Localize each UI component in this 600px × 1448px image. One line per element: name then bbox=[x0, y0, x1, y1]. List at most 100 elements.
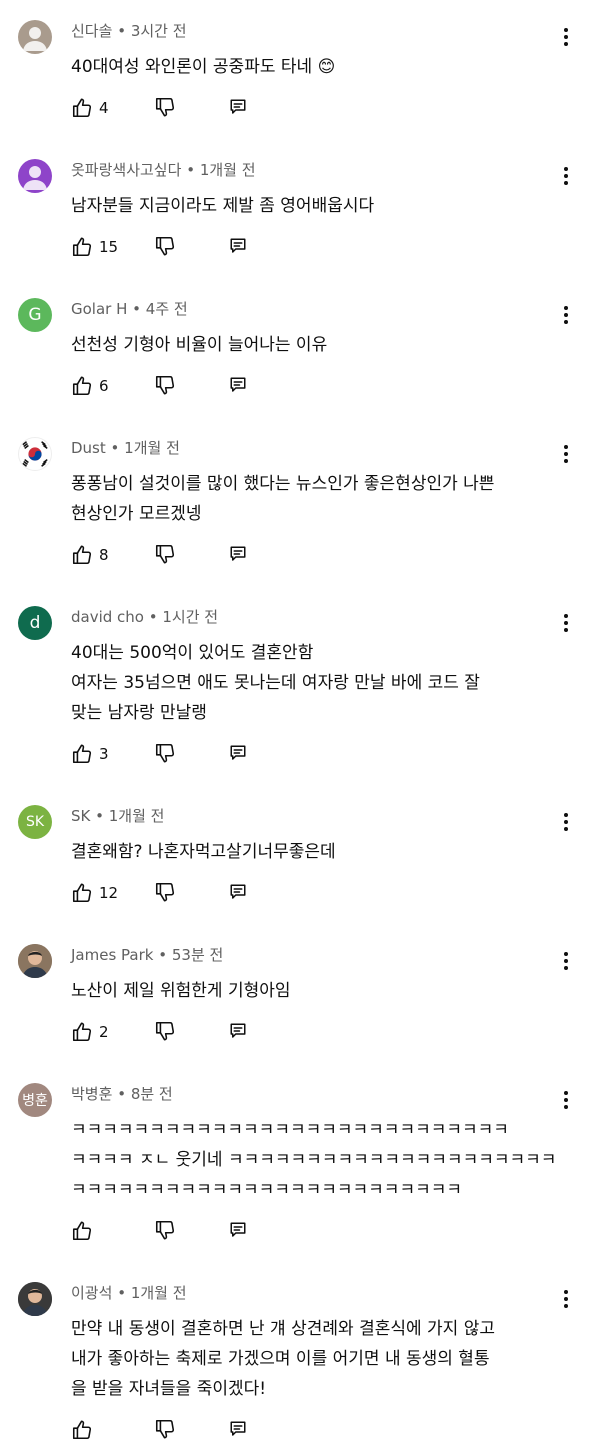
like-button[interactable]: 4 bbox=[71, 95, 109, 121]
author-name[interactable]: Golar H bbox=[71, 300, 127, 318]
reply-button[interactable] bbox=[229, 98, 247, 120]
like-count: 3 bbox=[99, 745, 109, 763]
meta-separator: • bbox=[132, 300, 146, 318]
author-name[interactable]: 박병훈 bbox=[71, 1085, 112, 1103]
like-button[interactable]: 6 bbox=[71, 373, 109, 399]
more-options-icon[interactable] bbox=[556, 302, 576, 328]
more-options-icon[interactable] bbox=[556, 24, 576, 50]
thumbs-up-icon bbox=[71, 1220, 93, 1242]
comment-text: 퐁퐁남이 설것이를 많이 했다는 뉴스인가 좋은현상인가 나쁜 현상인가 모르겠넹 bbox=[71, 469, 551, 529]
person-icon bbox=[23, 27, 47, 51]
comment-line: 여자는 35넘으면 애도 못나는데 여자랑 만날 바에 코드 잘 bbox=[71, 673, 480, 693]
comment-line: 현상인가 모르겠넹 bbox=[71, 504, 202, 524]
comment-time: 8분 전 bbox=[130, 1085, 173, 1103]
dislike-button[interactable] bbox=[154, 1418, 176, 1444]
avatar[interactable] bbox=[18, 20, 52, 54]
meta-separator: • bbox=[186, 161, 200, 179]
avatar[interactable] bbox=[18, 1282, 52, 1316]
reply-button[interactable] bbox=[229, 376, 247, 398]
author-name[interactable]: Dust bbox=[71, 439, 106, 457]
reply-button[interactable] bbox=[229, 1221, 247, 1243]
comment-meta: James Park • 53분 전 bbox=[71, 944, 223, 966]
avatar[interactable] bbox=[18, 944, 52, 978]
dislike-button[interactable] bbox=[154, 374, 176, 400]
more-options-icon[interactable] bbox=[556, 163, 576, 189]
author-name[interactable]: James Park bbox=[71, 946, 153, 964]
like-count: 4 bbox=[99, 99, 109, 117]
reply-icon bbox=[229, 99, 247, 120]
like-button[interactable] bbox=[71, 1417, 93, 1443]
like-button[interactable]: 15 bbox=[71, 234, 118, 260]
more-options-icon[interactable] bbox=[556, 610, 576, 636]
like-button[interactable]: 12 bbox=[71, 880, 118, 906]
thumbs-down-icon bbox=[154, 97, 176, 122]
like-count: 8 bbox=[99, 546, 109, 564]
comment-line: 노산이 제일 위험한게 기형아임 bbox=[71, 981, 291, 1001]
meta-separator: • bbox=[110, 439, 125, 457]
thumbs-down-icon bbox=[154, 236, 176, 261]
reply-button[interactable] bbox=[229, 883, 247, 905]
person-icon bbox=[23, 166, 47, 190]
like-button[interactable]: 2 bbox=[71, 1019, 109, 1045]
avatar[interactable] bbox=[18, 159, 52, 193]
reply-button[interactable] bbox=[229, 744, 247, 766]
like-count: 2 bbox=[99, 1023, 109, 1041]
comment-text: 결혼왜함? 나혼자먹고살기너무좋은데 bbox=[71, 837, 551, 867]
comment-time: 3시간 전 bbox=[130, 22, 187, 40]
profile-photo bbox=[18, 944, 52, 978]
more-options-icon[interactable] bbox=[556, 809, 576, 835]
comment-meta: 옷파랑색사고싶다 • 1개월 전 bbox=[71, 159, 256, 181]
korea-flag-icon bbox=[22, 441, 48, 467]
comment-line: 40대여성 와인론이 공중파도 타네 😊 bbox=[71, 57, 336, 77]
comment-meta: 신다솔 • 3시간 전 bbox=[71, 20, 187, 42]
avatar[interactable]: d bbox=[18, 606, 52, 640]
comment-actions bbox=[71, 1218, 271, 1244]
thumbs-down-icon bbox=[154, 1021, 176, 1046]
author-name[interactable]: 이광석 bbox=[71, 1284, 112, 1302]
reply-button[interactable] bbox=[229, 237, 247, 259]
meta-separator: • bbox=[95, 807, 109, 825]
reply-button[interactable] bbox=[229, 545, 247, 567]
author-name[interactable]: david cho bbox=[71, 608, 144, 626]
like-button[interactable]: 8 bbox=[71, 542, 109, 568]
author-name[interactable]: SK bbox=[71, 807, 90, 825]
reply-button[interactable] bbox=[229, 1022, 247, 1044]
comment-actions: 3 bbox=[71, 741, 271, 767]
profile-photo bbox=[18, 1282, 52, 1316]
dislike-button[interactable] bbox=[154, 235, 176, 261]
author-name[interactable]: 옷파랑색사고싶다 bbox=[71, 161, 181, 179]
meta-separator: • bbox=[117, 1284, 131, 1302]
like-button[interactable] bbox=[71, 1218, 93, 1244]
more-options-icon[interactable] bbox=[556, 1087, 576, 1113]
thumbs-up-icon bbox=[71, 97, 93, 119]
thumbs-up-icon bbox=[71, 544, 93, 566]
comment-meta: 이광석 • 1개월 전 bbox=[71, 1282, 187, 1304]
more-options-icon[interactable] bbox=[556, 441, 576, 467]
reply-icon bbox=[229, 238, 247, 259]
comment-time: 1개월 전 bbox=[130, 1284, 187, 1302]
avatar[interactable]: G bbox=[18, 298, 52, 332]
dislike-button[interactable] bbox=[154, 543, 176, 569]
thumbs-up-icon bbox=[71, 1419, 93, 1441]
avatar[interactable] bbox=[18, 437, 52, 471]
more-options-icon[interactable] bbox=[556, 948, 576, 974]
thumbs-down-icon bbox=[154, 375, 176, 400]
meta-separator: • bbox=[117, 1085, 131, 1103]
dislike-button[interactable] bbox=[154, 881, 176, 907]
avatar[interactable]: SK bbox=[18, 805, 52, 839]
like-count: 6 bbox=[99, 377, 109, 395]
reply-button[interactable] bbox=[229, 1420, 247, 1442]
comment-actions: 4 bbox=[71, 95, 271, 121]
dislike-button[interactable] bbox=[154, 1020, 176, 1046]
comment-time: 1개월 전 bbox=[124, 439, 180, 457]
meta-separator: • bbox=[117, 22, 131, 40]
reply-icon bbox=[229, 1222, 247, 1243]
dislike-button[interactable] bbox=[154, 1219, 176, 1245]
author-name[interactable]: 신다솔 bbox=[71, 22, 112, 40]
avatar[interactable]: 병훈 bbox=[18, 1083, 52, 1117]
dislike-button[interactable] bbox=[154, 96, 176, 122]
like-button[interactable]: 3 bbox=[71, 741, 109, 767]
dislike-button[interactable] bbox=[154, 742, 176, 768]
more-options-icon[interactable] bbox=[556, 1286, 576, 1312]
comment-line: 선천성 기형아 비율이 늘어나는 이유 bbox=[71, 335, 328, 355]
